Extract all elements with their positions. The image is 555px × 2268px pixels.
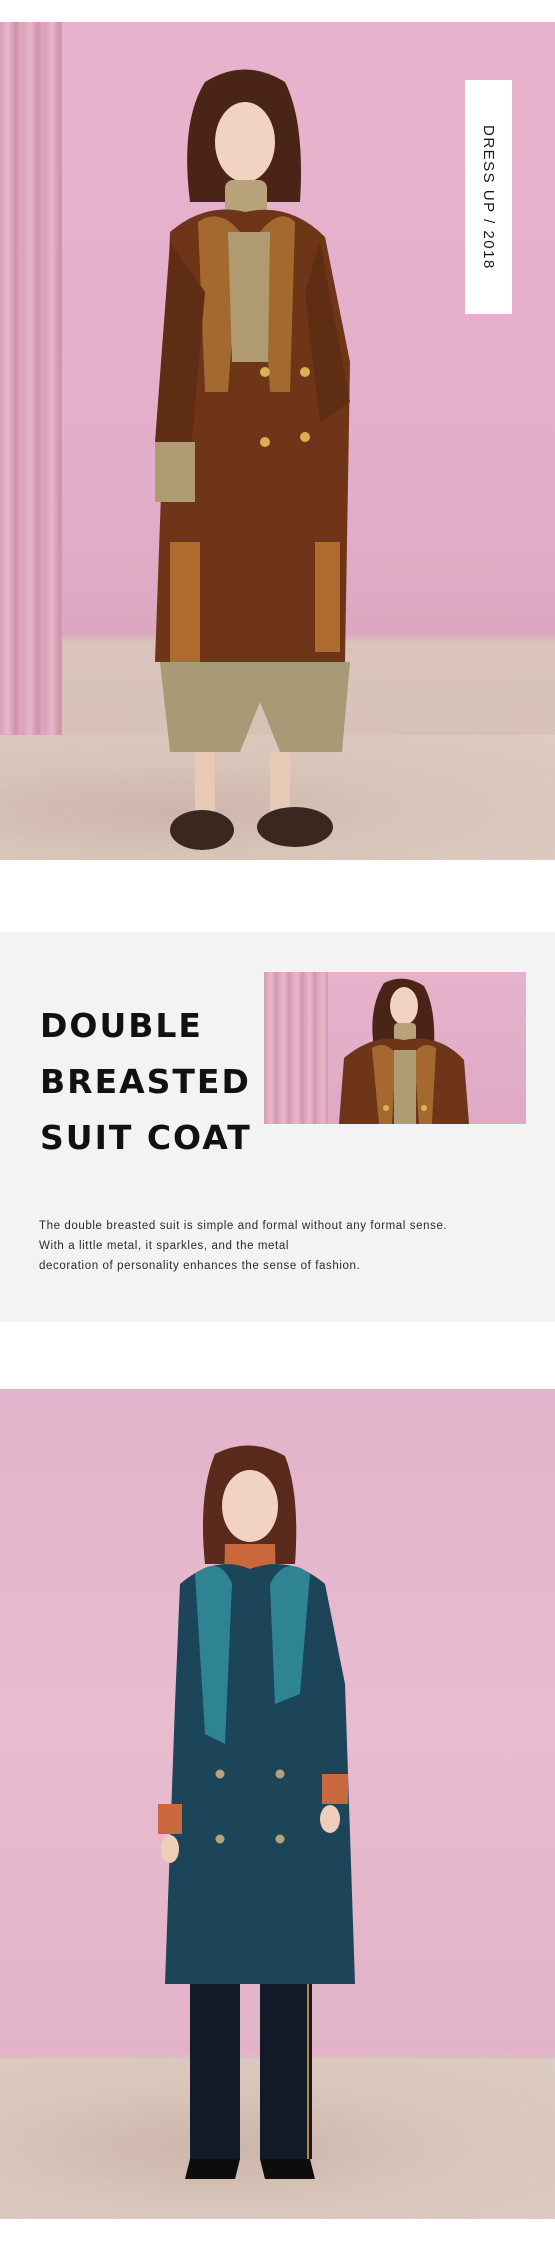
- headline-line: DOUBLE: [40, 1006, 203, 1045]
- description-line: decoration of personality enhances the s…: [39, 1260, 361, 1272]
- model-figure-brown-coat: [155, 69, 350, 850]
- hero-photo-teal-coat: [0, 1389, 555, 2219]
- model-figure-teal-coat: [158, 1445, 355, 2179]
- model-figure-thumbnail: [339, 978, 469, 1124]
- collection-tag-text: DRESS UP / 2018: [480, 124, 497, 270]
- product-description: The double breasted suit is simple and f…: [39, 1216, 519, 1276]
- product-info-panel: DOUBLE BREASTED SUIT COAT The double bre…: [0, 932, 555, 1322]
- hero-photo-brown-coat: DRESS UP / 2018: [0, 22, 555, 860]
- description-line: With a little metal, it sparkles, and th…: [39, 1240, 289, 1252]
- headline-line: SUIT COAT: [40, 1118, 252, 1157]
- collection-tag: DRESS UP / 2018: [465, 80, 512, 314]
- product-thumbnail: [264, 972, 526, 1124]
- product-headline: DOUBLE BREASTED SUIT COAT: [40, 998, 252, 1166]
- description-line: The double breasted suit is simple and f…: [39, 1220, 448, 1232]
- headline-line: BREASTED: [40, 1062, 251, 1101]
- curtain: [264, 972, 328, 1124]
- curtain: [0, 22, 62, 747]
